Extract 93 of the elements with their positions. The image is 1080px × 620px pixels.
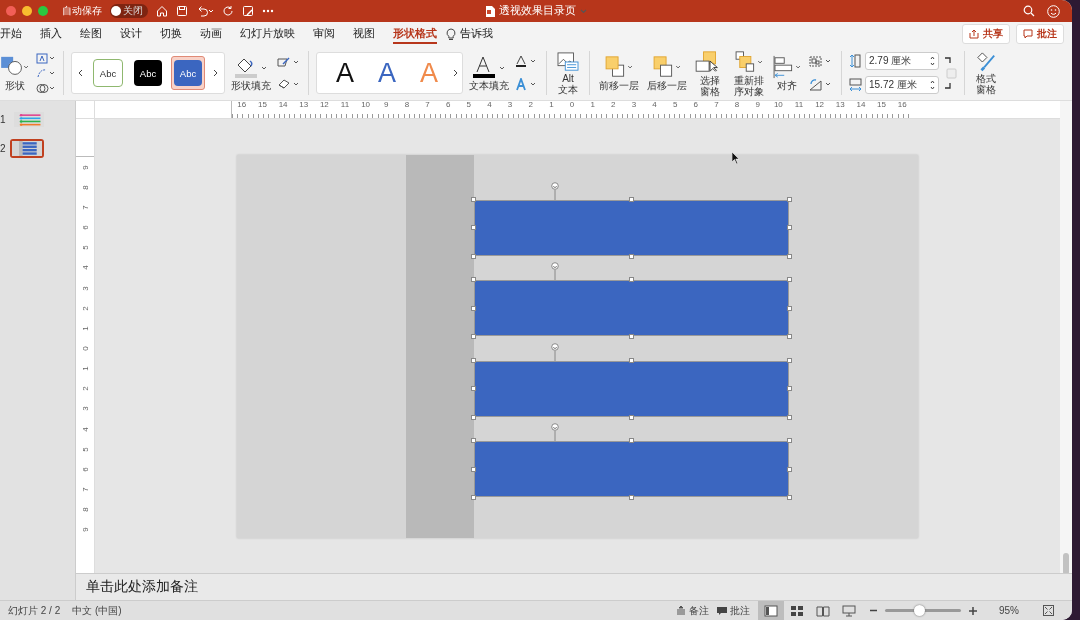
slide-sorter-icon bbox=[790, 604, 804, 617]
pen-icon[interactable] bbox=[277, 56, 301, 68]
ribbon-tab[interactable]: 幻灯片放映 bbox=[231, 22, 304, 46]
ribbon-tab[interactable]: 开始 bbox=[0, 22, 31, 46]
text-fill-icon bbox=[471, 55, 507, 79]
gallery-next-icon[interactable] bbox=[211, 67, 220, 79]
eraser-icon[interactable] bbox=[277, 78, 301, 90]
save-edit-icon[interactable] bbox=[242, 5, 254, 17]
save-icon[interactable] bbox=[176, 5, 188, 17]
spinner-icon[interactable] bbox=[930, 56, 935, 66]
cursor-icon bbox=[732, 152, 740, 164]
height-icon bbox=[849, 54, 862, 68]
undo-icon[interactable] bbox=[196, 5, 214, 17]
bring-forward-icon bbox=[604, 55, 634, 79]
comments-button[interactable]: 批注 bbox=[1016, 24, 1064, 44]
rotation-handle[interactable] bbox=[551, 262, 559, 280]
shape-style-option[interactable]: Abc bbox=[91, 56, 125, 90]
align-icon bbox=[772, 55, 802, 79]
comment-icon bbox=[717, 605, 727, 616]
wordart-style-option[interactable]: A bbox=[325, 57, 365, 89]
wordart-style-option[interactable]: A bbox=[367, 57, 407, 89]
zoom-out-icon[interactable] bbox=[870, 607, 877, 614]
view-button[interactable] bbox=[758, 601, 784, 620]
slideshow-icon bbox=[842, 604, 856, 617]
ribbon-tab[interactable]: 形状格式 bbox=[384, 22, 446, 46]
ribbon-tab[interactable]: 绘图 bbox=[71, 22, 111, 46]
home-icon[interactable] bbox=[156, 5, 168, 17]
vertical-ruler: 9 8 7 6 5 4 3 2 1 0 1 2 3 4 5 6 7 8 9 bbox=[76, 156, 94, 540]
width-field[interactable]: 15.72 厘米 bbox=[865, 76, 939, 94]
ribbon-tab[interactable]: 切换 bbox=[151, 22, 191, 46]
text-box-icon[interactable] bbox=[36, 52, 56, 64]
slide-number: 1 bbox=[0, 114, 6, 125]
zoom-in-icon[interactable] bbox=[969, 606, 977, 615]
spinner-icon[interactable] bbox=[930, 80, 935, 90]
height-field[interactable]: 2.79 厘米 bbox=[865, 52, 939, 70]
text-fill-button[interactable]: 文本填充 bbox=[467, 55, 511, 91]
ribbon-tab[interactable]: 审阅 bbox=[304, 22, 344, 46]
document-icon bbox=[485, 5, 495, 17]
rotation-handle[interactable] bbox=[551, 181, 559, 200]
paintbrush-icon bbox=[974, 51, 998, 72]
comments-button[interactable]: 批注 bbox=[717, 603, 750, 618]
zoom-button[interactable] bbox=[38, 6, 48, 16]
window-title: 透视效果目录页 bbox=[498, 4, 576, 18]
arrange-button[interactable]: 后移一层 bbox=[645, 55, 689, 91]
slide-thumbnail[interactable] bbox=[9, 139, 44, 158]
comment-icon bbox=[1023, 29, 1033, 39]
shape-fill-button[interactable]: 形状填充 bbox=[229, 55, 273, 91]
send-backward-icon bbox=[652, 55, 682, 79]
arrange-button[interactable]: 对齐 bbox=[770, 55, 804, 91]
minimize-button[interactable] bbox=[22, 6, 32, 16]
autosave-label: 自动保存 bbox=[62, 4, 102, 18]
image-text-icon bbox=[556, 51, 580, 72]
edit-shape-icon[interactable] bbox=[36, 67, 56, 79]
redo-icon[interactable] bbox=[222, 5, 234, 17]
share-button[interactable]: 共享 bbox=[962, 24, 1010, 44]
rotation-handle[interactable] bbox=[551, 342, 559, 361]
slide-number: 2 bbox=[0, 143, 6, 154]
slide-counter: 幻灯片 2 / 2 bbox=[8, 603, 61, 618]
gallery-next-icon[interactable] bbox=[451, 67, 460, 79]
notes-placeholder[interactable]: 单击此处添加备注 bbox=[86, 578, 198, 596]
notes-icon bbox=[676, 605, 686, 616]
format-pane-button[interactable]: 格式窗格 bbox=[972, 51, 1000, 95]
width-icon bbox=[849, 78, 862, 92]
gallery-previous-icon[interactable] bbox=[76, 67, 85, 79]
smiley-icon[interactable] bbox=[1047, 4, 1060, 18]
arrange-button[interactable]: 重新排序对象 bbox=[731, 49, 766, 97]
alt-text-button[interactable]: Alt 文本 bbox=[554, 51, 582, 95]
language-label: 中文 (中国) bbox=[72, 603, 122, 618]
rotation-handle[interactable] bbox=[551, 423, 559, 441]
more-icon[interactable] bbox=[262, 9, 274, 13]
ribbon-tab[interactable]: 设计 bbox=[111, 22, 151, 46]
shape-style-option[interactable]: Abc bbox=[171, 56, 205, 90]
lightbulb-icon bbox=[446, 27, 456, 41]
slide-preview-drawing bbox=[11, 141, 42, 156]
search-icon[interactable] bbox=[1023, 4, 1035, 17]
ribbon-tab[interactable]: 视图 bbox=[344, 22, 384, 46]
merge-shapes-icon[interactable] bbox=[36, 82, 56, 94]
ribbon-tab[interactable]: 动画 bbox=[191, 22, 231, 46]
arrange-button[interactable]: 前移一层 bbox=[597, 55, 641, 91]
shape-button[interactable]: 形状 bbox=[0, 55, 32, 91]
ribbon-tab[interactable]: 插入 bbox=[31, 22, 71, 46]
lock-aspect-icon[interactable] bbox=[943, 56, 957, 90]
normal-view-icon bbox=[764, 604, 778, 617]
reading-view-icon bbox=[816, 604, 830, 617]
notes-button[interactable]: 备注 bbox=[676, 603, 709, 618]
scrollbar-thumb[interactable] bbox=[1063, 553, 1069, 575]
autosave-toggle[interactable]: 关闭 bbox=[110, 4, 148, 18]
share-icon bbox=[969, 29, 979, 39]
arrange-button[interactable]: 选择窗格 bbox=[693, 49, 727, 97]
zoom-percent: 95% bbox=[999, 605, 1019, 616]
tell-me-button[interactable]: 告诉我 bbox=[456, 22, 502, 46]
reorder-objects-icon bbox=[733, 49, 764, 74]
fit-window-icon[interactable] bbox=[1043, 605, 1054, 616]
